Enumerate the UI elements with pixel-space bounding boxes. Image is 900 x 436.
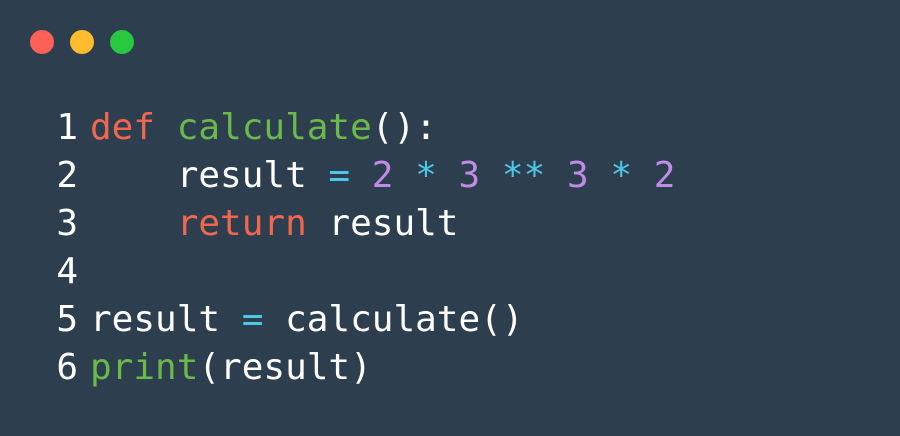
- code-token: print: [90, 347, 199, 388]
- line-number: 1: [56, 107, 78, 148]
- code-token: 2: [653, 155, 676, 196]
- code-token: 3: [566, 155, 589, 196]
- line-number: 6: [56, 347, 78, 388]
- line-number: 4: [56, 251, 78, 292]
- line-number: 2: [56, 155, 78, 196]
- code-token: calculate: [176, 107, 372, 148]
- code-token: **: [501, 155, 546, 196]
- code-token: =: [241, 299, 264, 340]
- code-block: 1 def calculate(): 2 result = 2 * 3 ** 3 *…: [0, 104, 675, 392]
- code-token: ():: [371, 107, 437, 148]
- close-button[interactable]: [30, 30, 54, 54]
- code-token: *: [610, 155, 633, 196]
- code-line: 6 print(result): [0, 344, 675, 392]
- code-token: 2: [371, 155, 394, 196]
- code-line: 3 return result: [0, 200, 675, 248]
- code-line: 5 result = calculate(): [0, 296, 675, 344]
- code-token: 3: [458, 155, 481, 196]
- code-token: result: [90, 155, 329, 196]
- code-token: (result): [198, 347, 372, 388]
- maximize-button[interactable]: [110, 30, 134, 54]
- code-token: return: [176, 203, 307, 244]
- code-line: 1 def calculate():: [0, 104, 675, 152]
- minimize-button[interactable]: [70, 30, 94, 54]
- code-line: 4: [0, 248, 675, 296]
- code-token: result: [90, 299, 242, 340]
- code-token: =: [328, 155, 351, 196]
- code-window: 1 def calculate(): 2 result = 2 * 3 ** 3 *…: [0, 0, 900, 436]
- code-token: *: [415, 155, 437, 196]
- code-token: calculate(): [263, 299, 524, 340]
- code-token: result: [306, 203, 459, 244]
- line-number: 5: [56, 299, 78, 340]
- code-token: def: [90, 107, 156, 148]
- line-number: 3: [56, 203, 78, 244]
- code-line: 2 result = 2 * 3 ** 3 * 2: [0, 152, 675, 200]
